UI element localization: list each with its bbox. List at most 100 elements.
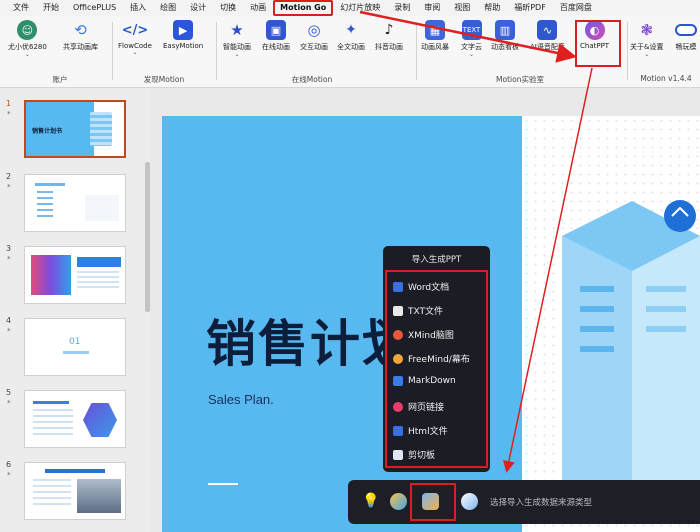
ai-voice-button[interactable]: ∿ AI语音配音: [530, 20, 565, 52]
account-button[interactable]: ☺ 尤小优6280 ⌄: [8, 20, 47, 58]
star-icon: ★: [230, 21, 244, 39]
import-generate-popup: 导入生成PPT Word文档 TXT文件 XMind脑图 FreeMind/幕布…: [383, 246, 490, 472]
slide-accent-line: [208, 483, 238, 485]
slide-thumbnail-1[interactable]: 销售计划书: [24, 100, 126, 158]
import-clipboard-item[interactable]: 剪切板: [393, 448, 435, 461]
txt-file-icon: [393, 305, 403, 316]
text-cloud-button[interactable]: TEXT 文字云 ⌄: [461, 20, 482, 58]
text-cloud-icon: TEXT: [461, 20, 482, 40]
import-item-label: Word文档: [408, 283, 450, 293]
thumbnail-scrollbar[interactable]: [145, 162, 150, 312]
animation-storm-label: 动画风暴: [421, 43, 449, 51]
slide-star: *: [7, 110, 11, 118]
menu-transitions[interactable]: 切换: [213, 0, 243, 16]
thumb-city-photo: [77, 479, 121, 513]
toggle-icon: [675, 24, 697, 36]
chevron-down-icon: ⌄: [24, 51, 30, 58]
thumb-section-number: 01: [69, 337, 81, 347]
markdown-icon: [393, 376, 403, 386]
smart-animation-button[interactable]: ★ 智能动画 ⌄: [223, 20, 251, 58]
menu-file[interactable]: 文件: [6, 0, 36, 16]
chevron-down-icon: ⌄: [468, 51, 475, 58]
tiktok-icon: ♪: [384, 22, 394, 38]
thumb-text-lines: [77, 271, 119, 291]
group-label-account: 账户: [52, 75, 68, 84]
menu-insert[interactable]: 插入: [123, 0, 153, 16]
slide-number: 1: [6, 99, 12, 108]
import-markdown-item[interactable]: MarkDown: [393, 376, 456, 386]
dynamic-dashboard-button[interactable]: ▥ 动态看板: [491, 20, 519, 52]
douyin-animation-label: 抖音动画: [375, 43, 403, 51]
thumb-hexagon-graphic: [83, 403, 117, 437]
group-label-develop: 发现Motion: [143, 75, 185, 84]
shared-animation-library-button[interactable]: ⟲ 共享动画库: [63, 20, 98, 52]
thumb-photo: [31, 255, 71, 295]
menu-design[interactable]: 设计: [183, 0, 213, 16]
easymotion-button[interactable]: ▶ EasyMotion: [163, 20, 203, 50]
menu-record[interactable]: 录制: [387, 0, 417, 16]
menu-baidu-netdisk[interactable]: 百度网盘: [553, 0, 599, 16]
video-icon: ▶: [173, 20, 194, 40]
menu-home[interactable]: 开始: [36, 0, 66, 16]
freemind-icon: [393, 353, 403, 364]
slide-thumbnail-3[interactable]: [24, 246, 126, 304]
voice-wave-icon: ∿: [537, 20, 558, 40]
data-source-icon[interactable]: [461, 493, 478, 510]
thumb-heading-bar: [35, 183, 65, 186]
smooth-mode-label: 畅玩模: [675, 43, 697, 51]
menu-review[interactable]: 审阅: [417, 0, 447, 16]
menu-bar: 文件 开始 OfficePLUS 插入 绘图 设计 切换 动画 Motion G…: [0, 0, 700, 16]
import-item-label: TXT文件: [408, 307, 444, 317]
slide-thumbnail-5[interactable]: [24, 390, 126, 448]
lightbulb-icon[interactable]: 💡: [362, 493, 379, 510]
menu-draw[interactable]: 绘图: [153, 0, 183, 16]
fulltext-animation-button[interactable]: ✦ 全文动画: [337, 20, 365, 52]
online-animation-label: 在线动画: [262, 43, 290, 51]
link-icon: [393, 401, 403, 412]
chevron-down-icon: ⌄: [234, 51, 240, 58]
menu-animations[interactable]: 动画: [243, 0, 273, 16]
import-html-item[interactable]: Html文件: [393, 424, 448, 437]
import-item-label: 网页链接: [408, 403, 445, 413]
slide-thumbnail-pane: 1 * 销售计划书 2 * 3 * 4 * 01 5 * 6 *: [0, 88, 150, 532]
avatar-icon: ☺: [17, 20, 38, 40]
interactive-animation-button[interactable]: ◎ 交互动画: [300, 20, 328, 52]
slide-thumbnail-2[interactable]: [24, 174, 126, 232]
smooth-mode-toggle[interactable]: 畅玩模: [675, 20, 697, 52]
menu-officeplus[interactable]: OfficePLUS: [66, 0, 123, 16]
slide-number: 5: [6, 388, 12, 397]
import-word-item[interactable]: Word文档: [393, 280, 449, 293]
slide-thumbnail-6[interactable]: [24, 462, 126, 520]
palette-icon[interactable]: [390, 493, 407, 510]
import-weblink-item[interactable]: 网页链接: [393, 400, 444, 413]
import-xmind-item[interactable]: XMind脑图: [393, 328, 454, 341]
share-icon: ⟲: [74, 21, 87, 39]
import-item-label: Html文件: [408, 427, 448, 437]
import-item-label: FreeMind/幕布: [408, 355, 470, 365]
menu-foxit-pdf[interactable]: 福昕PDF: [507, 0, 553, 16]
thumb-blue-header: [77, 257, 121, 267]
slide-star: *: [7, 399, 11, 407]
import-txt-item[interactable]: TXT文件: [393, 304, 443, 317]
import-freemind-item[interactable]: FreeMind/幕布: [393, 352, 470, 365]
ribbon-divider: [216, 22, 217, 80]
slide-thumbnail-4[interactable]: 01: [24, 318, 126, 376]
douyin-animation-button[interactable]: ♪ 抖音动画: [375, 20, 403, 52]
slide-subtitle[interactable]: Sales Plan.: [208, 392, 274, 407]
chevron-down-icon: ⌄: [644, 51, 650, 58]
menu-slideshow[interactable]: 幻灯片放映: [333, 0, 387, 16]
about-settings-button[interactable]: ❃ 关于&设置 ⌄: [630, 20, 663, 58]
online-animation-button[interactable]: ▣ 在线动画: [262, 20, 290, 52]
menu-view[interactable]: 视图: [447, 0, 477, 16]
menu-motion-go[interactable]: Motion Go: [273, 0, 334, 16]
menu-help[interactable]: 帮助: [477, 0, 507, 16]
clipboard-icon: [393, 449, 403, 460]
slide-star: *: [7, 327, 11, 335]
interactive-animation-label: 交互动画: [300, 43, 328, 51]
shared-library-label: 共享动画库: [63, 43, 98, 51]
chevron-down-icon: ⌄: [132, 49, 138, 56]
xmind-icon: [393, 329, 403, 340]
flowcode-button[interactable]: </> FlowCode ⌄: [118, 20, 152, 56]
dynamic-dashboard-label: 动态看板: [491, 43, 519, 51]
animation-storm-button[interactable]: ▦ 动画风暴: [421, 20, 449, 52]
